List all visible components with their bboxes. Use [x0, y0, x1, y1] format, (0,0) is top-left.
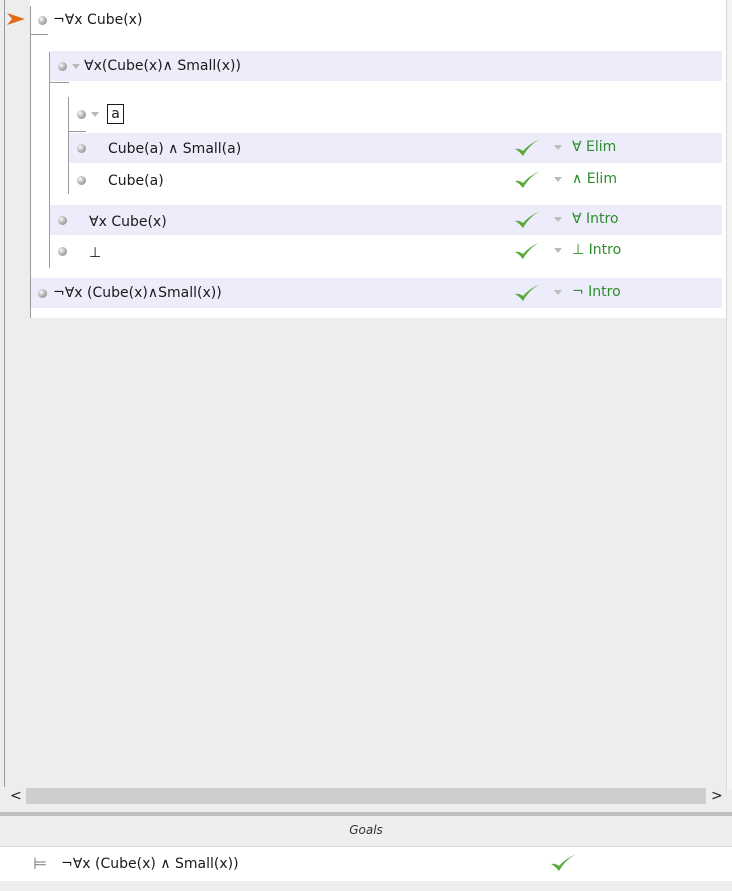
nested-separator — [68, 131, 86, 132]
rule-menu-triangle-icon[interactable] — [554, 145, 562, 150]
proof-step[interactable] — [77, 168, 86, 192]
proof-step[interactable] — [77, 136, 86, 160]
step-formula[interactable]: Cube(a) ∧ Small(a) — [108, 141, 241, 157]
goal-row[interactable]: ⊨ ¬∀x (Cube(x) ∧ Small(x)) — [0, 847, 726, 881]
goals-footer — [0, 881, 732, 891]
scroll-right-button[interactable]: > — [711, 787, 723, 805]
proof-panel: ¬∀x Cube(x) ∀x(Cube(x)∧ Small(x)) a Cube… — [0, 0, 732, 812]
subproof-assumption-step[interactable]: ∀x(Cube(x)∧ Small(x)) — [58, 54, 241, 78]
step-bullet-icon[interactable] — [58, 61, 67, 71]
rule-label[interactable]: ∧ Elim — [572, 171, 617, 187]
goal-formula[interactable]: ¬∀x (Cube(x) ∧ Small(x)) — [61, 856, 239, 872]
focus-triangle-icon[interactable] — [91, 111, 99, 117]
premise-separator — [30, 34, 48, 35]
rule-label[interactable]: ⊥ Intro — [572, 242, 621, 258]
check-icon — [515, 284, 540, 301]
subproof-separator — [49, 82, 69, 83]
vertical-scroll-edge — [726, 0, 732, 790]
arrow-pointer-icon — [7, 13, 25, 25]
step-formula[interactable]: Cube(a) — [108, 173, 164, 189]
step-formula[interactable]: ∀x Cube(x) — [89, 214, 167, 230]
proof-step[interactable] — [58, 208, 67, 232]
step-bullet-icon[interactable] — [77, 143, 86, 153]
step-bullet-icon[interactable] — [58, 215, 67, 225]
rule-label[interactable]: ¬ Intro — [572, 284, 621, 300]
rule-menu-triangle-icon[interactable] — [554, 177, 562, 182]
scroll-left-button[interactable]: < — [10, 787, 22, 805]
check-icon — [551, 854, 576, 871]
conclusion-formula[interactable]: ¬∀x (Cube(x)∧Small(x)) — [53, 285, 222, 301]
turnstile-icon: ⊨ — [33, 854, 47, 873]
boxed-constant[interactable]: a — [107, 104, 124, 124]
step-bullet-icon[interactable] — [77, 109, 86, 119]
rule-menu-triangle-icon[interactable] — [554, 290, 562, 295]
rule-menu-triangle-icon[interactable] — [554, 248, 562, 253]
proof-left-margin — [4, 0, 5, 790]
subproof-scope-line — [49, 52, 50, 268]
goals-header: Goals — [0, 816, 732, 847]
goals-title: Goals — [349, 823, 383, 837]
check-icon — [515, 211, 540, 228]
check-icon — [515, 242, 540, 259]
premise-formula[interactable]: ¬∀x Cube(x) — [53, 12, 142, 28]
step-formula[interactable]: ⊥ — [89, 245, 101, 261]
scrollbar-thumb[interactable] — [26, 788, 706, 804]
step-bullet-icon[interactable] — [77, 175, 86, 185]
step-bullet-icon[interactable] — [38, 15, 47, 25]
premise-step[interactable]: ¬∀x Cube(x) — [38, 8, 142, 32]
rule-menu-triangle-icon[interactable] — [554, 217, 562, 222]
main-scope-line — [30, 6, 31, 318]
step-bullet-icon[interactable] — [38, 288, 47, 298]
check-icon — [515, 171, 540, 188]
rule-label[interactable]: ∀ Elim — [572, 139, 616, 155]
step-bullet-icon[interactable] — [58, 246, 67, 256]
boxed-constant-step[interactable] — [77, 102, 99, 126]
focus-triangle-icon[interactable] — [72, 63, 80, 69]
conclusion-step[interactable]: ¬∀x (Cube(x)∧Small(x)) — [38, 281, 222, 305]
proof-step[interactable] — [58, 239, 67, 263]
check-icon — [515, 139, 540, 156]
horizontal-scrollbar[interactable]: < > — [4, 787, 726, 805]
rule-label[interactable]: ∀ Intro — [572, 211, 619, 227]
subproof-assumption-formula[interactable]: ∀x(Cube(x)∧ Small(x)) — [84, 58, 241, 74]
